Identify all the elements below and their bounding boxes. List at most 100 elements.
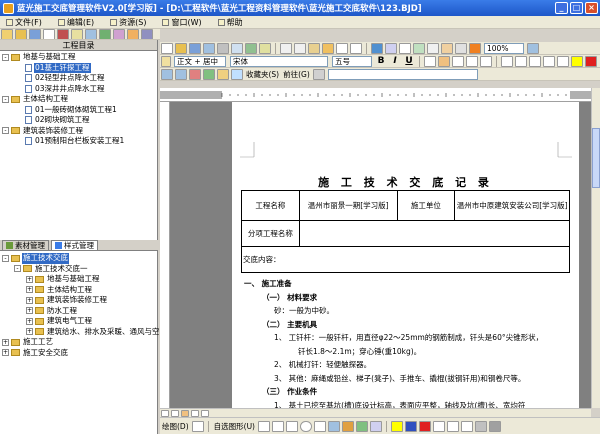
expand-icon[interactable]: +	[26, 275, 33, 283]
favorites-menu[interactable]: 收藏夹(S)	[246, 69, 279, 80]
autoshapes-menu[interactable]: 自选图形(U)	[214, 421, 255, 432]
textbox-icon[interactable]	[313, 420, 326, 432]
border-icon[interactable]	[557, 55, 569, 67]
line-icon[interactable]	[257, 420, 270, 432]
scroll-thumb[interactable]	[592, 128, 600, 188]
decrease-indent-icon[interactable]	[529, 55, 541, 67]
research-icon[interactable]	[259, 42, 271, 54]
expand-icon[interactable]: -	[14, 265, 21, 273]
expand-icon[interactable]: +	[2, 349, 9, 357]
align-left-icon[interactable]	[424, 55, 436, 67]
export-icon[interactable]	[127, 29, 139, 39]
expand-icon[interactable]: +	[26, 317, 33, 325]
diagram-icon[interactable]	[341, 420, 354, 432]
oval-icon[interactable]	[299, 420, 312, 432]
show-only-web-icon[interactable]	[312, 68, 325, 80]
template-tree-item[interactable]: + 主体结构工程	[2, 285, 155, 296]
template-tree-item[interactable]: + 建筑给水、排水及采暖、通风与空	[2, 327, 160, 338]
numbering-icon[interactable]	[501, 55, 513, 67]
align-right-icon[interactable]	[452, 55, 464, 67]
select-objects-icon[interactable]	[191, 420, 204, 432]
search-web-icon[interactable]	[231, 68, 243, 80]
cut-icon[interactable]	[280, 42, 292, 54]
paste-icon[interactable]	[308, 42, 320, 54]
horizontal-ruler[interactable]	[160, 88, 591, 102]
print-icon[interactable]	[217, 42, 229, 54]
3d-icon[interactable]	[488, 420, 501, 432]
menu-file[interactable]: 文件(F)	[6, 17, 42, 28]
expand-icon[interactable]: -	[2, 95, 9, 103]
rectangle-icon[interactable]	[285, 420, 298, 432]
spelling-icon[interactable]	[245, 42, 257, 54]
template-tree-item[interactable]: + 防水工程	[2, 306, 155, 317]
tree-item[interactable]: 02砌块砌筑工程	[2, 115, 155, 126]
delete-icon[interactable]	[57, 29, 69, 39]
redo-icon[interactable]	[350, 42, 362, 54]
refresh-icon[interactable]	[203, 68, 215, 80]
template-tree-item[interactable]: + 施工工艺	[2, 337, 155, 348]
tree-item[interactable]: - 建筑装饰装修工程	[2, 126, 155, 137]
copy-icon[interactable]	[294, 42, 306, 54]
tree-item[interactable]: - 主体结构工程	[2, 94, 155, 105]
menu-help[interactable]: 帮助	[217, 17, 243, 28]
expand-icon[interactable]: +	[2, 338, 9, 346]
clipart-icon[interactable]	[355, 420, 368, 432]
expand-icon[interactable]: +	[26, 286, 33, 294]
refresh-icon[interactable]	[99, 29, 111, 39]
hyperlink-icon[interactable]	[371, 42, 383, 54]
line-spacing-icon[interactable]	[480, 55, 492, 67]
minimize-button[interactable]: _	[555, 2, 568, 14]
bullets-icon[interactable]	[515, 55, 527, 67]
new-project-icon[interactable]	[1, 29, 13, 39]
tree-item[interactable]: 01基土钎探工程	[2, 62, 155, 73]
subproject-value[interactable]	[298, 220, 571, 247]
undo-icon[interactable]	[336, 42, 348, 54]
template-tree-item[interactable]: - 施工技术交底	[2, 253, 155, 264]
show-hide-icon[interactable]	[469, 42, 481, 54]
expand-icon[interactable]: -	[2, 254, 9, 262]
web-view-icon[interactable]	[171, 409, 179, 417]
forward-icon[interactable]	[175, 68, 187, 80]
print-view-icon[interactable]	[181, 409, 189, 417]
highlight-icon[interactable]	[571, 55, 583, 67]
vertical-scrollbar[interactable]	[591, 88, 600, 408]
menu-edit[interactable]: 编辑(E)	[57, 17, 94, 28]
horizontal-scrollbar[interactable]	[160, 408, 591, 417]
help-icon[interactable]	[527, 42, 539, 54]
template-tree-item[interactable]: + 建筑电气工程	[2, 316, 155, 327]
insert-excel-icon[interactable]	[413, 42, 425, 54]
styles-pane-icon[interactable]	[161, 55, 171, 67]
arrow-icon[interactable]	[271, 420, 284, 432]
new-icon[interactable]	[161, 42, 173, 54]
project-name-value[interactable]: 温州市丽景一期[学习版]	[298, 190, 398, 221]
import-icon[interactable]	[113, 29, 125, 39]
document-map-icon[interactable]	[455, 42, 467, 54]
new-doc-icon[interactable]	[43, 29, 55, 39]
unit-value[interactable]: 温州市中原建筑安装公司[学习版]	[454, 190, 570, 221]
vertical-ruler[interactable]	[160, 102, 170, 408]
tree-item[interactable]: 02轻型井点降水工程	[2, 73, 155, 84]
font-size-select[interactable]: 五号	[332, 55, 372, 67]
wordart-icon[interactable]	[327, 420, 340, 432]
stop-icon[interactable]	[189, 68, 201, 80]
copy-icon[interactable]	[71, 29, 83, 39]
template-tree-item[interactable]: + 建筑装饰装修工程	[2, 295, 155, 306]
font-color-icon[interactable]	[585, 55, 597, 67]
justify-icon[interactable]	[466, 55, 478, 67]
style-select[interactable]: 正文 + 居中	[174, 55, 226, 67]
shadow-icon[interactable]	[474, 420, 487, 432]
print-icon[interactable]	[141, 29, 153, 39]
columns-icon[interactable]	[427, 42, 439, 54]
dash-style-icon[interactable]	[446, 420, 459, 432]
go-menu[interactable]: 前往(G)	[283, 69, 310, 80]
normal-view-icon[interactable]	[161, 409, 169, 417]
template-tree-item[interactable]: + 施工安全交底	[2, 348, 155, 359]
template-tree-item[interactable]: + 地基与基础工程	[2, 274, 155, 285]
expand-icon[interactable]: -	[2, 127, 9, 135]
tables-borders-icon[interactable]	[385, 42, 397, 54]
tree-item[interactable]: 01一般砖砌体砌筑工程1	[2, 105, 155, 116]
menu-resource[interactable]: 资源(S)	[110, 17, 146, 28]
address-input[interactable]	[327, 68, 478, 80]
align-center-icon[interactable]	[438, 55, 450, 67]
save-icon[interactable]	[189, 42, 201, 54]
